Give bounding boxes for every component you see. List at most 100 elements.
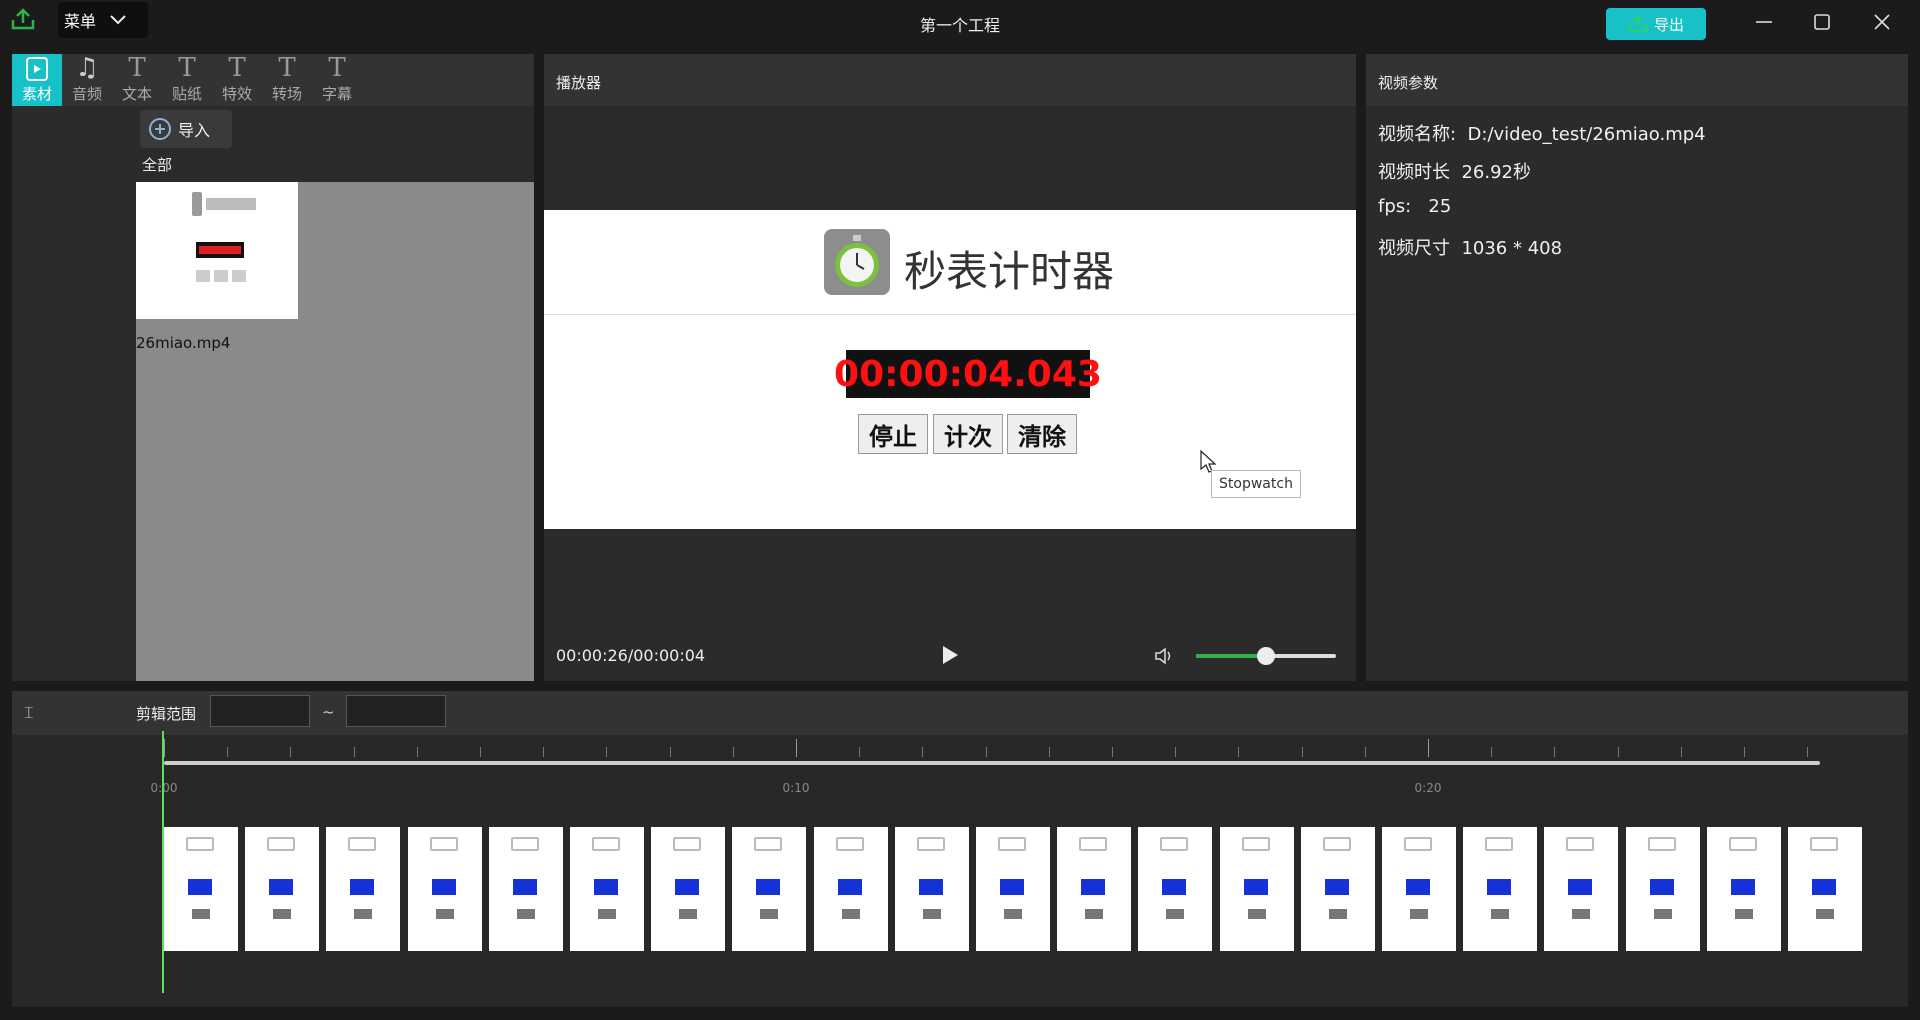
film-icon bbox=[26, 57, 48, 81]
frame-thumbnail bbox=[1544, 827, 1619, 951]
range-end-input[interactable] bbox=[346, 695, 446, 727]
fit-width-icon[interactable]: ⌶ bbox=[24, 703, 34, 723]
param-row-duration: 视频时长 26.92秒 bbox=[1378, 158, 1531, 184]
ruler-tick bbox=[1238, 747, 1240, 757]
volume-fill bbox=[1196, 654, 1266, 658]
player-header: 播放器 bbox=[544, 54, 1356, 106]
tab-audio[interactable]: ♫ 音频 bbox=[62, 53, 112, 106]
ruler-tick bbox=[796, 739, 797, 757]
minimize-button[interactable] bbox=[1742, 6, 1786, 38]
video-canvas[interactable]: 秒表计时器 00:00:04.043 停止 计次 清除 Stopwatch bbox=[544, 210, 1356, 529]
frame-thumbnail bbox=[407, 827, 482, 951]
frame-thumbnail bbox=[326, 827, 401, 951]
tab-material[interactable]: 素材 bbox=[12, 54, 62, 106]
tab-text[interactable]: T 文本 bbox=[112, 53, 162, 106]
media-filename: 26miao.mp4 bbox=[136, 334, 231, 352]
tab-label: 音频 bbox=[71, 85, 102, 103]
frame-thumbnail bbox=[813, 827, 888, 951]
frame-thumbnail bbox=[245, 827, 320, 951]
divider bbox=[544, 314, 1356, 315]
play-icon[interactable] bbox=[940, 644, 960, 666]
volume-slider[interactable] bbox=[1196, 647, 1336, 665]
ruler-tick bbox=[227, 747, 229, 757]
frame-thumbnail bbox=[1463, 827, 1538, 951]
param-value: 26.92秒 bbox=[1461, 162, 1531, 183]
volume-slider-handle[interactable] bbox=[1257, 647, 1275, 665]
frame-thumbnail bbox=[570, 827, 644, 951]
tick-label: 0:00 bbox=[150, 781, 178, 795]
ruler-track bbox=[164, 761, 1820, 765]
ruler-tick bbox=[1112, 747, 1113, 757]
plus-circle-icon bbox=[149, 118, 171, 140]
music-note-icon: ♫ bbox=[75, 53, 99, 83]
range-start-input[interactable] bbox=[210, 695, 310, 727]
filter-all-label: 全部 bbox=[142, 156, 173, 174]
param-row-size: 视频尺寸 1036 * 408 bbox=[1378, 234, 1562, 260]
media-tabs: 素材 ♫ 音频 T 文本 T 贴纸 T 特效 T 转场 T 字幕 bbox=[12, 53, 534, 106]
ruler-tick bbox=[416, 747, 418, 757]
clear-button: 清除 bbox=[1007, 414, 1077, 454]
ruler-tick bbox=[480, 747, 481, 757]
ruler-tick bbox=[1364, 747, 1366, 757]
frame-thumbnail bbox=[732, 827, 807, 951]
text-icon: T bbox=[228, 53, 246, 83]
frame-thumbnail bbox=[1788, 827, 1862, 951]
tab-transition[interactable]: T 转场 bbox=[262, 53, 312, 106]
maximize-icon bbox=[1814, 14, 1830, 30]
tab-sticker[interactable]: T 贴纸 bbox=[162, 53, 212, 106]
range-separator: ~ bbox=[322, 703, 335, 721]
tab-label: 特效 bbox=[221, 85, 252, 103]
ruler-tick bbox=[669, 747, 671, 757]
ruler-tick bbox=[353, 747, 355, 757]
stopwatch-icon bbox=[824, 229, 890, 295]
video-track[interactable] bbox=[164, 827, 1864, 953]
frame-thumbnail bbox=[1300, 827, 1375, 951]
param-label: 视频名称: bbox=[1378, 124, 1457, 145]
frame-thumbnail bbox=[1625, 827, 1700, 951]
ruler-tick bbox=[543, 747, 545, 757]
import-button[interactable]: 导入 bbox=[140, 110, 232, 148]
tick-label: 0:20 bbox=[1414, 781, 1442, 795]
timeline-ruler[interactable]: 0:00 0:10 0:20 bbox=[151, 739, 1820, 795]
stopwatch-title: 秒表计时器 bbox=[904, 247, 1115, 296]
param-label: 视频尺寸 bbox=[1378, 238, 1450, 259]
timeline-header: ⌶ 剪辑范围 ~ bbox=[12, 691, 1908, 735]
import-label: 导入 bbox=[178, 121, 211, 140]
media-list: 26miao.mp4 bbox=[136, 182, 534, 681]
tab-label: 文本 bbox=[121, 85, 152, 103]
frame-thumbnail bbox=[1138, 827, 1213, 951]
ruler-tick bbox=[859, 747, 861, 757]
tick-label: 0:10 bbox=[782, 781, 810, 795]
param-row-name: 视频名称: D:/video_test/26miao.mp4 bbox=[1378, 120, 1706, 146]
ruler-tick bbox=[1680, 747, 1682, 757]
maximize-button[interactable] bbox=[1800, 6, 1844, 38]
ruler-tick bbox=[164, 739, 165, 757]
ruler-tick bbox=[606, 747, 608, 757]
tooltip: Stopwatch bbox=[1211, 470, 1301, 498]
ruler-tick bbox=[922, 747, 924, 757]
params-header: 视频参数 bbox=[1366, 54, 1908, 106]
ruler-tick bbox=[985, 747, 987, 757]
stopwatch-time: 00:00:04.043 bbox=[834, 350, 1102, 398]
title-bar: 菜单 第一个工程 导出 bbox=[0, 0, 1920, 44]
media-thumbnail[interactable] bbox=[136, 182, 298, 319]
ruler-tick bbox=[1175, 747, 1177, 757]
close-button[interactable] bbox=[1860, 6, 1904, 38]
param-label: 视频时长 bbox=[1378, 162, 1450, 183]
stop-button: 停止 bbox=[858, 414, 928, 454]
frame-thumbnail bbox=[1706, 827, 1781, 951]
playhead[interactable] bbox=[162, 731, 164, 993]
range-label: 剪辑范围 bbox=[136, 705, 197, 723]
frame-thumbnail bbox=[1219, 827, 1294, 951]
tab-effects[interactable]: T 特效 bbox=[212, 53, 262, 106]
volume-icon[interactable] bbox=[1154, 646, 1176, 666]
lap-button: 计次 bbox=[933, 414, 1003, 454]
export-label: 导出 bbox=[1653, 15, 1684, 34]
frame-thumbnail bbox=[1057, 827, 1132, 951]
frame-thumbnail bbox=[976, 827, 1050, 951]
frame-thumbnail bbox=[488, 827, 563, 951]
ruler-tick bbox=[1807, 747, 1809, 757]
tab-subtitle[interactable]: T 字幕 bbox=[312, 53, 362, 106]
export-icon bbox=[1628, 15, 1647, 32]
export-button[interactable]: 导出 bbox=[1606, 8, 1706, 40]
